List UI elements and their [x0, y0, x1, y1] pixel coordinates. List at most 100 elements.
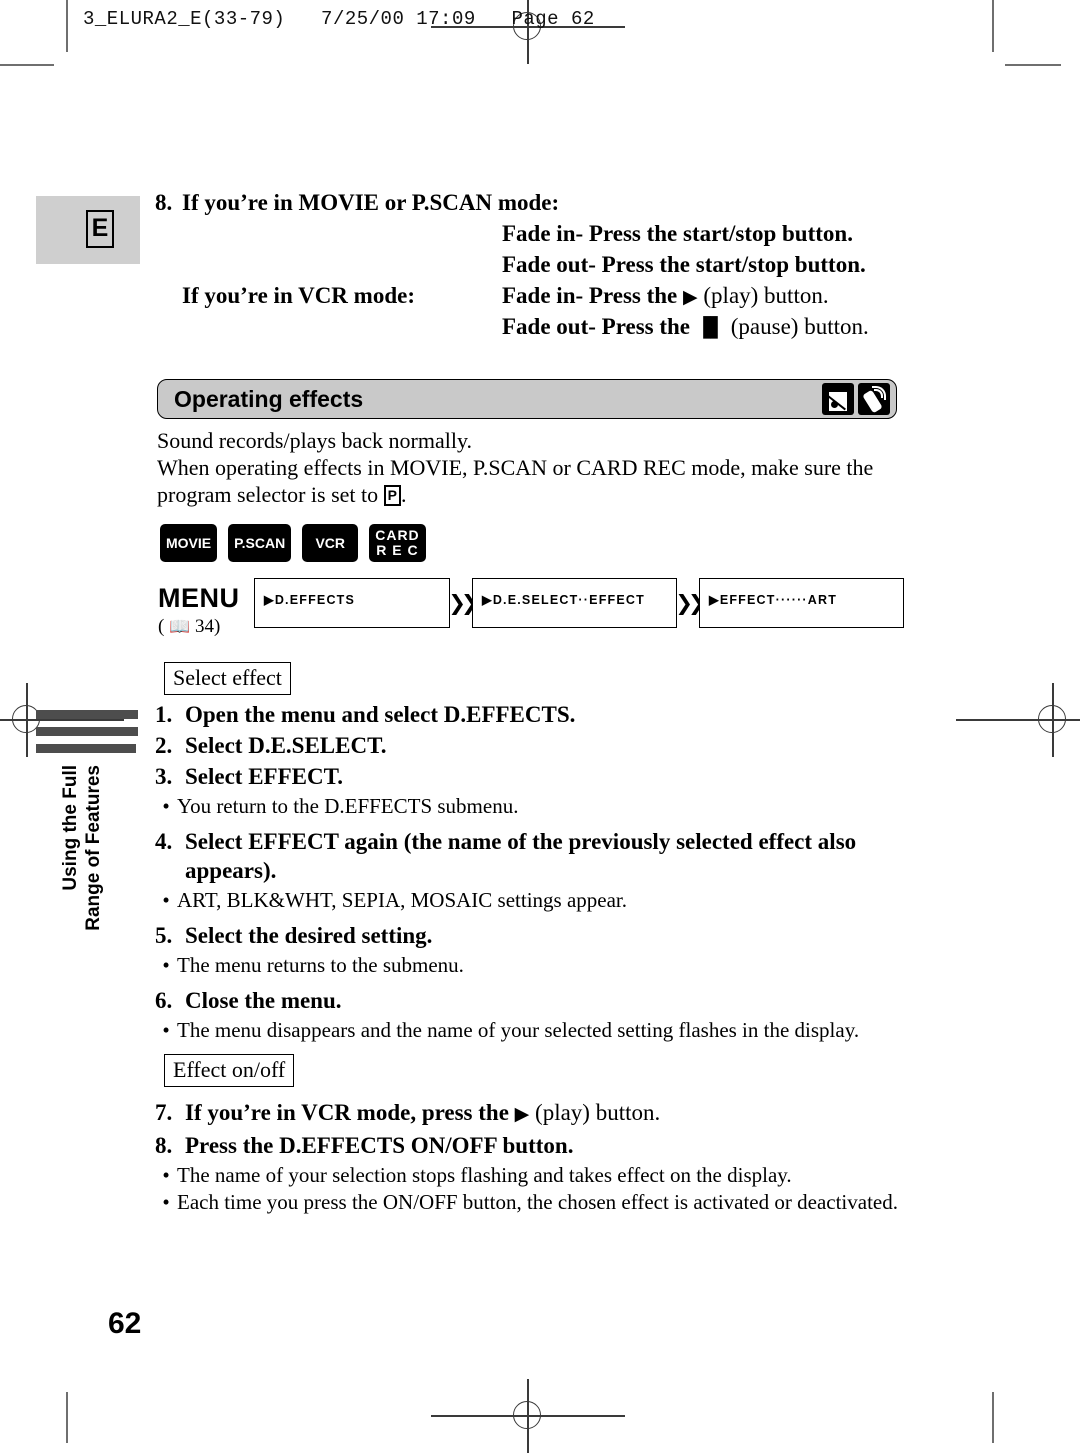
sidebar-section-name-line-2: Range of Features [83, 765, 104, 931]
fade-step-block: 8. If you’re in MOVIE or P.SCAN mode: Fa… [155, 190, 915, 345]
step-number: 8. [155, 1133, 173, 1158]
menu-ref-page: 34) [195, 616, 221, 637]
menu-screen-1-text: ▶D.EFFECTS [264, 593, 356, 607]
registration-mark-right-middle [956, 683, 1080, 757]
step-bullet-list: • You return to the D.EFFECTS submenu. [155, 793, 915, 819]
pause-icon: ▐▌ [695, 317, 726, 339]
step-text: Select EFFECT. [185, 764, 343, 789]
step-bullet-list: • The menu disappears and the name of yo… [155, 1017, 915, 1043]
fade-step-row-vcr-fade-in: If you’re in VCR mode: Fade in- Press th… [155, 283, 915, 309]
bullet-item: • Each time you press the ON/OFF button,… [155, 1189, 915, 1215]
procedure-select-effect: 1. Open the menu and select D.EFFECTS. 2… [155, 700, 915, 1051]
bullet-item: • ART, BLK&WHT, SEPIA, MOSAIC settings a… [155, 887, 915, 913]
step-number: 1. [155, 702, 173, 727]
bullet-text: ART, BLK&WHT, SEPIA, MOSAIC settings app… [177, 888, 628, 912]
menu-screen-1[interactable]: ▶D.EFFECTS [254, 578, 450, 628]
crop-mark-top-right-vertical [992, 0, 994, 52]
step-text: Select EFFECT again (the name of the pre… [185, 829, 857, 883]
spacer-num-2 [155, 314, 182, 340]
menu-flow-label-group: MENU ( 📖 34) [158, 578, 254, 638]
bullet-item: • The name of your selection stops flash… [155, 1162, 915, 1188]
step-text: Select D.E.SELECT. [185, 733, 387, 758]
procedure-step: 2. Select D.E.SELECT. [155, 731, 915, 760]
step-text: Select the desired setting. [185, 923, 433, 948]
step-bullet-list: • ART, BLK&WHT, SEPIA, MOSAIC settings a… [155, 887, 915, 913]
spacer-num [155, 283, 182, 309]
section-banner: Operating effects [157, 379, 897, 419]
card-icon [822, 383, 854, 415]
sidebar-bar-3 [36, 744, 136, 753]
step-number: 4. [155, 829, 173, 854]
procedure-step: 8. Press the D.EFFECTS ON/OFF button. [155, 1131, 915, 1160]
menu-ref-open: ( [158, 616, 165, 637]
callout-effect-on-off: Effect on/off [164, 1054, 295, 1087]
procedure-effect-on-off: 7. If you’re in VCR mode, press the ▶ (p… [155, 1098, 915, 1223]
step-number: 6. [155, 988, 173, 1013]
fade-step-row-vcr-fade-out: Fade out- Press the ▐▌ (pause) button. [155, 314, 915, 340]
section-banner-icons [822, 383, 890, 415]
procedure-step: 1. Open the menu and select D.EFFECTS. [155, 700, 915, 729]
fade-vcr-fade-out-pre: Fade out- Press the [502, 314, 691, 339]
menu-flow: MENU ( 📖 34) ▶D.EFFECTS ❯❯ ▶D.E.SELECT··… [158, 578, 904, 638]
mode-chip-row: MOVIE P.SCAN VCR CARD R E C [160, 524, 426, 562]
fade-step-row-movie-fade-in: Fade in- Press the start/stop button. [155, 221, 915, 247]
spacer-lead [182, 314, 502, 340]
intro-line-1: Sound records/plays back normally. [157, 428, 473, 453]
step-text: Close the menu. [185, 988, 342, 1013]
menu-flow-arrow-2: ❯❯ [675, 590, 705, 615]
procedure-step: 3. Select EFFECT. [155, 762, 915, 791]
intro-line-3-post: . [401, 482, 407, 507]
bullet-text: You return to the D.EFFECTS submenu. [177, 794, 519, 818]
step-text: Press the D.EFFECTS ON/OFF button. [185, 1133, 574, 1158]
fade-movie-heading: If you’re in MOVIE or P.SCAN mode: [182, 190, 560, 215]
intro-line-3: program selector is set to P. [157, 481, 902, 508]
bullet-text: The name of your selection stops flashin… [177, 1163, 792, 1187]
sidebar-bar-2 [36, 727, 138, 736]
crop-mark-bottom-right-vertical [992, 1392, 994, 1443]
mode-chip-movie-label: MOVIE [166, 535, 212, 551]
crop-mark-top-right-horizontal [1005, 64, 1061, 66]
section-letter: E [86, 210, 114, 248]
page-number: 62 [108, 1307, 142, 1340]
fade-movie-fade-in: Fade in- Press the start/stop button. [502, 221, 853, 246]
bullet-marker: • [162, 1190, 170, 1214]
crop-mark-top-left-vertical [66, 0, 68, 52]
menu-screen-2-text: ▶D.E.SELECT··EFFECT [482, 593, 645, 607]
fade-step-row-movie-heading: 8. If you’re in MOVIE or P.SCAN mode: [155, 190, 915, 216]
menu-screen-2[interactable]: ▶D.E.SELECT··EFFECT [472, 578, 677, 628]
intro-line-2: When operating effects in MOVIE, P.SCAN … [157, 455, 874, 480]
fade-vcr-fade-out: Fade out- Press the ▐▌ (pause) button. [502, 314, 915, 340]
fade-vcr-fade-in-pre: Fade in- Press the [502, 283, 678, 308]
bullet-marker: • [162, 1018, 170, 1042]
program-selector-icon: P [383, 485, 402, 506]
menu-screen-3-text: ▶EFFECT······ART [709, 593, 838, 607]
play-icon: ▶ [514, 1103, 530, 1125]
menu-screen-3[interactable]: ▶EFFECT······ART [699, 578, 904, 628]
intro-paragraph: Sound records/plays back normally. When … [157, 427, 902, 508]
procedure-step: 7. If you’re in VCR mode, press the ▶ (p… [155, 1098, 915, 1129]
sidebar-bar-1 [36, 710, 138, 719]
procedure-step: 6. Close the menu. [155, 986, 915, 1015]
book-icon: 📖 [169, 617, 191, 637]
bullet-text: Each time you press the ON/OFF button, t… [177, 1190, 898, 1214]
callout-select-effect: Select effect [164, 662, 291, 695]
bullet-text: The menu returns to the submenu. [177, 953, 464, 977]
section-title: Operating effects [174, 386, 364, 412]
step-text: If you’re in VCR mode, press the ▶ (play… [185, 1098, 915, 1129]
crop-mark-bottom-left-vertical [66, 1392, 68, 1443]
step-bullet-list: • The menu returns to the submenu. [155, 952, 915, 978]
mode-chip-vcr: VCR [302, 524, 359, 562]
menu-label: MENU [158, 583, 240, 613]
fade-step-number: 8. [155, 190, 173, 215]
bullet-item: • You return to the D.EFFECTS submenu. [155, 793, 915, 819]
bullet-text: The menu disappears and the name of your… [177, 1018, 860, 1042]
section-letter-tab: E [36, 196, 140, 264]
mode-chip-movie: MOVIE [160, 524, 218, 562]
spacer-left-2 [155, 252, 502, 278]
print-slug-line: 3_ELURA2_E(33-79) 7/25/00 17:09 Page 62 [83, 8, 595, 30]
mode-chip-pscan-label: P.SCAN [234, 535, 286, 551]
step-number: 3. [155, 764, 173, 789]
fade-vcr-fade-out-post: (pause) button. [730, 314, 869, 339]
crop-mark-top-left-horizontal [0, 64, 54, 66]
play-icon: ▶ [683, 286, 698, 308]
